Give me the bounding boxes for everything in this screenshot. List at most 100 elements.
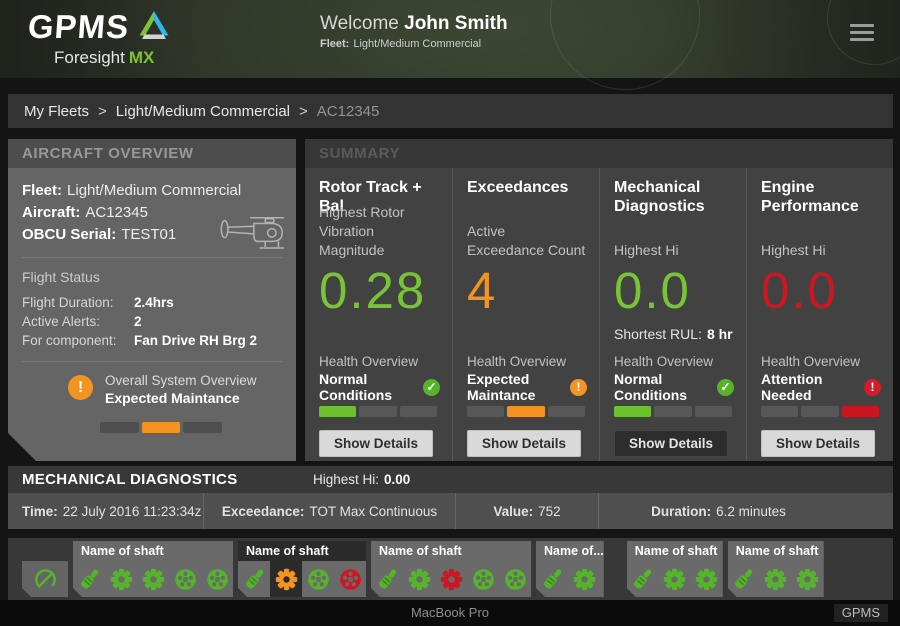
gear-icon[interactable] — [105, 561, 137, 597]
health-bar — [319, 406, 437, 417]
shaft-group: Name of... — [536, 541, 604, 597]
app-header: GPMS ForesightMX Welcome John Smith Flee… — [0, 0, 900, 78]
value-field: Value:752 — [455, 493, 598, 529]
duration-field: Duration:6.2 minutes — [598, 493, 838, 529]
app-screen: GPMS ForesightMX Welcome John Smith Flee… — [0, 0, 900, 626]
shaft-name-label: Name of shaft — [728, 541, 824, 561]
card-title: Exceedances — [467, 178, 587, 220]
shaft-group: Name of shaft — [73, 541, 233, 597]
gear-icon[interactable] — [270, 561, 302, 597]
show-details-button[interactable]: Show Details — [467, 430, 581, 457]
product-name: ForesightMX — [54, 48, 171, 68]
summary-card-engine-performance: Engine Performance Highest Hi 0.0 Health… — [746, 168, 893, 461]
gear-icon[interactable] — [403, 561, 435, 597]
shaft-icon[interactable] — [627, 561, 659, 597]
summary-card-rotor-track: Rotor Track + Bal Highest Rotor Vibratio… — [305, 168, 452, 461]
brand-logo: GPMS ForesightMX — [28, 8, 171, 68]
breadcrumb-separator: > — [98, 103, 107, 120]
card-value: 0.28 — [319, 260, 440, 326]
aircraft-overview-panel: AIRCRAFT OVERVIEW Fleet:Light/Medium Com… — [8, 139, 296, 461]
overall-label: Overall System Overview — [105, 373, 257, 388]
shaft-icon[interactable] — [238, 561, 270, 597]
card-metric-label: Highest Hi — [614, 220, 734, 260]
shaft-name-label: Name of shaft — [73, 541, 233, 561]
gear-icon[interactable] — [435, 561, 467, 597]
card-extra — [761, 326, 881, 354]
shaft-group: Name of shaft — [728, 541, 824, 597]
card-extra — [467, 326, 587, 354]
health-bar — [761, 406, 879, 417]
gear-icon[interactable] — [659, 561, 691, 597]
gear-icon[interactable] — [691, 561, 723, 597]
bearing-icon[interactable] — [499, 561, 531, 597]
gpms-badge: GPMS — [834, 604, 888, 622]
gauge-icon[interactable] — [22, 561, 68, 597]
warning-icon — [68, 375, 93, 400]
shaft-name-label: Name of... — [536, 541, 604, 561]
overall-system-overview: Overall System Overview Expected Maintan… — [68, 373, 282, 406]
gear-icon[interactable] — [137, 561, 169, 597]
shaft-name-label: Name of shaft — [371, 541, 531, 561]
card-health: Health Overview Expected Maintance — [467, 354, 587, 398]
gpms-wordmark: GPMS — [27, 8, 131, 46]
panel-title: AIRCRAFT OVERVIEW — [8, 139, 296, 168]
bearing-icon[interactable] — [467, 561, 499, 597]
show-details-button[interactable]: Show Details — [614, 430, 728, 457]
shortest-rul: Shortest RUL:8 hr — [614, 326, 734, 354]
shaft-strip: Name of shaftName of shaftName of shaftN… — [8, 538, 893, 600]
decorative-ring — [550, 0, 700, 90]
breadcrumb-item-fleet[interactable]: Light/Medium Commercial — [116, 103, 290, 120]
gear-icon[interactable] — [792, 561, 824, 597]
card-health: Health Overview Attention Needed — [761, 354, 881, 398]
card-title: Engine Performance — [761, 178, 881, 220]
card-value: 0.0 — [761, 260, 881, 326]
shaft-icon[interactable] — [73, 561, 105, 597]
show-details-button[interactable]: Show Details — [761, 430, 875, 457]
highest-hi: Highest Hi:0.00 — [313, 472, 410, 487]
health-bar — [467, 406, 585, 417]
breadcrumb-item-my-fleets[interactable]: My Fleets — [24, 103, 89, 120]
card-title: Mechanical Diagnostics — [614, 178, 734, 220]
bezel-brand: MacBook Pro — [0, 605, 900, 620]
welcome-prefix: Welcome — [320, 13, 399, 34]
overall-status: Expected Maintance — [105, 390, 257, 406]
breadcrumb: My Fleets > Light/Medium Commercial > AC… — [8, 94, 893, 128]
shaft-icon[interactable] — [536, 561, 568, 597]
card-metric-label: Active Exceedance Count — [467, 220, 587, 260]
health-bar — [614, 406, 732, 417]
shaft-icon[interactable] — [371, 561, 403, 597]
overall-health-gauge — [100, 422, 222, 433]
gear-icon[interactable] — [760, 561, 792, 597]
time-field: Time:22 July 2016 11:23:34z — [8, 493, 203, 529]
card-value: 0.0 — [614, 260, 734, 326]
panel-title: SUMMARY — [305, 139, 893, 168]
breadcrumb-item-aircraft: AC12345 — [317, 103, 380, 120]
gear-icon[interactable] — [568, 561, 600, 597]
gpms-triangle-icon — [137, 10, 171, 45]
warning-icon — [570, 379, 587, 396]
summary-panel: SUMMARY Rotor Track + Bal Highest Rotor … — [305, 139, 893, 461]
welcome-block: Welcome John Smith Fleet: Light/Medium Co… — [320, 13, 508, 50]
shaft-name-label: Name of shaft — [238, 541, 366, 561]
helicopter-icon — [218, 210, 286, 257]
breadcrumb-separator: > — [299, 103, 308, 120]
laptop-bezel: MacBook Pro GPMS — [0, 600, 900, 626]
bearing-icon[interactable] — [201, 561, 233, 597]
menu-icon[interactable] — [850, 24, 874, 45]
user-name: John Smith — [404, 13, 507, 34]
shaft-name-label: Name of shaft — [627, 541, 723, 561]
shaft-group: Name of shaft — [371, 541, 531, 597]
mechanical-diagnostics-header: MECHANICAL DIAGNOSTICS Highest Hi:0.00 — [8, 466, 893, 493]
divider — [22, 361, 282, 362]
fleet-label: Fleet: — [320, 38, 349, 50]
show-details-button[interactable]: Show Details — [319, 430, 433, 457]
fleet-row: Fleet:Light/Medium Commercial — [22, 180, 282, 202]
bearing-icon[interactable] — [334, 561, 366, 597]
bearing-icon[interactable] — [302, 561, 334, 597]
summary-card-exceedances: Exceedances Active Exceedance Count 4 He… — [452, 168, 599, 461]
fleet-value: Light/Medium Commercial — [353, 38, 481, 50]
shaft-icon[interactable] — [728, 561, 760, 597]
card-health: Health Overview Normal Conditions — [319, 354, 440, 398]
shaft-group: Name of shaft — [627, 541, 723, 597]
bearing-icon[interactable] — [169, 561, 201, 597]
